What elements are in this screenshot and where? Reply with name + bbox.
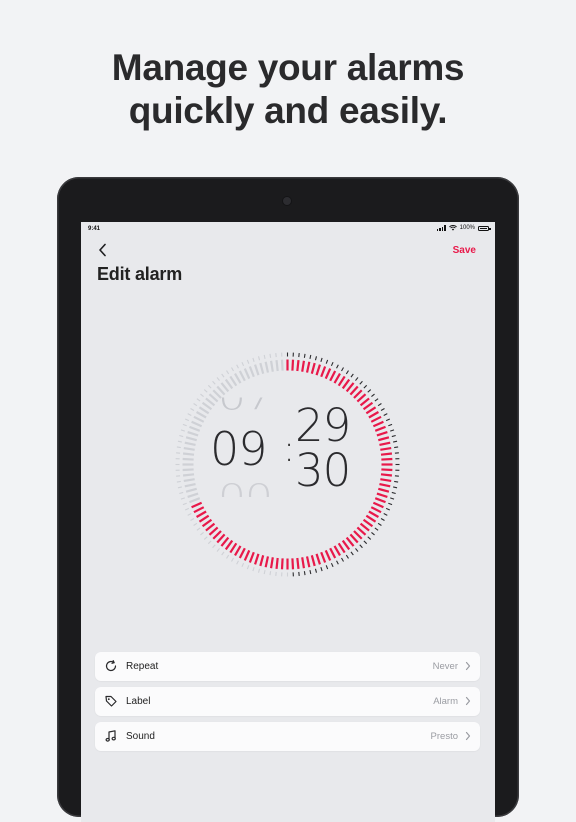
- wifi-icon: [449, 225, 457, 231]
- battery-percent: 100%: [460, 225, 475, 231]
- minute-next[interactable]: 30: [295, 448, 350, 494]
- status-bar: 9:41 100%: [81, 222, 495, 236]
- status-time: 9:41: [88, 226, 100, 232]
- page-title: Edit alarm: [97, 264, 182, 285]
- headline-line-1: Manage your alarms: [0, 46, 576, 89]
- setting-row-repeat[interactable]: Repeat Never: [95, 652, 480, 681]
- minute-selected[interactable]: 29: [295, 403, 350, 449]
- headline: Manage your alarms quickly and easily.: [0, 46, 576, 132]
- camera-dot: [283, 197, 291, 205]
- chevron-right-icon: [465, 731, 471, 741]
- setting-value: Never: [433, 661, 458, 672]
- setting-label: Repeat: [126, 661, 158, 672]
- hour-selected[interactable]: 09: [210, 426, 267, 472]
- chevron-right-icon: [465, 696, 471, 706]
- tablet-frame: 9:41 100% Save Edit alarm: [57, 177, 519, 817]
- battery-icon: [478, 226, 489, 231]
- hour-next: 00: [218, 481, 272, 514]
- save-button[interactable]: Save: [453, 245, 476, 256]
- chevron-right-icon: [465, 661, 471, 671]
- setting-label: Label: [126, 696, 150, 707]
- app-screen: 9:41 100% Save Edit alarm: [81, 222, 495, 822]
- back-button[interactable]: [94, 241, 110, 259]
- time-dial[interactable]: 07 09 00 : 29 30: [172, 349, 403, 580]
- setting-value: Presto: [431, 731, 458, 742]
- status-indicators: 100%: [437, 225, 489, 231]
- tag-icon: [104, 694, 118, 708]
- setting-value: Alarm: [433, 696, 458, 707]
- headline-line-2: quickly and easily.: [0, 89, 576, 132]
- signal-icon: [437, 225, 446, 231]
- time-separator: :: [283, 432, 295, 468]
- chevron-left-icon: [98, 243, 107, 257]
- repeat-icon: [104, 659, 118, 673]
- setting-row-label[interactable]: Label Alarm: [95, 687, 480, 716]
- setting-row-sound[interactable]: Sound Presto: [95, 722, 480, 751]
- time-picker[interactable]: 07 09 00 : 29 30: [172, 349, 403, 580]
- setting-label: Sound: [126, 731, 155, 742]
- hour-previous: 07: [218, 383, 272, 416]
- music-note-icon: [104, 729, 118, 743]
